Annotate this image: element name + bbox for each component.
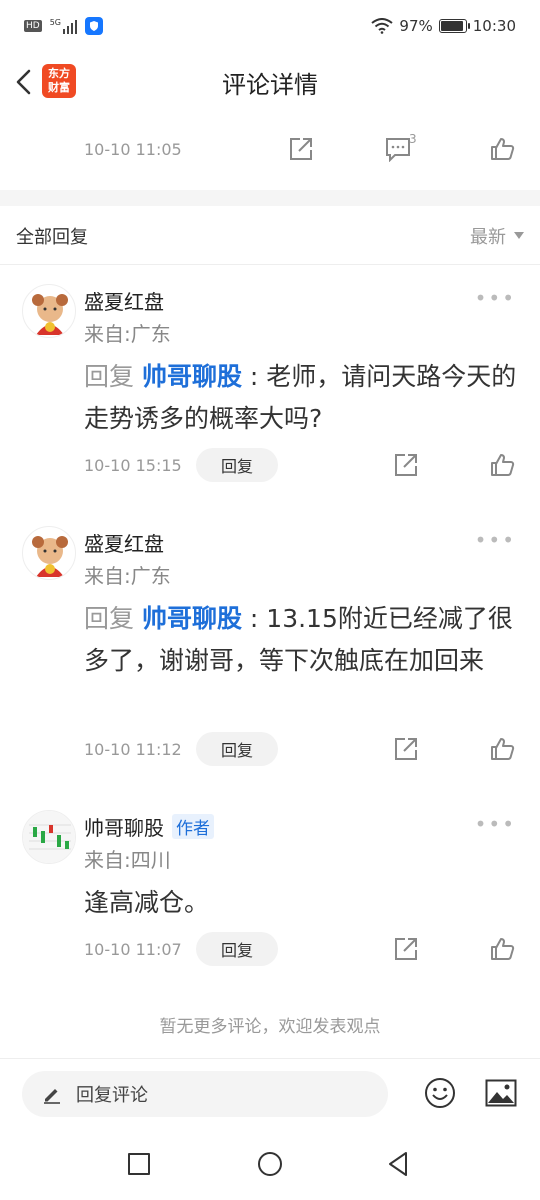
reply-input[interactable]: 回复评论 <box>22 1071 388 1117</box>
reply-input-bar: 回复评论 <box>0 1058 540 1130</box>
username[interactable]: 盛夏红盘 <box>84 528 164 557</box>
author-badge: 作者 <box>172 814 214 839</box>
reply-meta: 10-10 11:07 回复 <box>84 931 278 967</box>
cell-signal-icon: 5G <box>50 18 77 34</box>
reply-meta: 10-10 11:12 回复 <box>84 731 278 767</box>
timestamp: 10-10 11:12 <box>84 739 182 759</box>
location: 来自:广东 <box>84 322 171 346</box>
reply-text: 逢高减仓。 <box>84 888 210 917</box>
sort-dropdown[interactable]: 最新 <box>470 223 524 249</box>
sort-label: 最新 <box>470 226 506 248</box>
wifi-icon <box>371 18 394 34</box>
comment-count: 3 <box>409 132 417 146</box>
timestamp: 10-10 11:05 <box>84 139 182 159</box>
reply-meta: 10-10 15:15 回复 <box>84 447 278 483</box>
nav-bar: 东方 财富 评论详情 <box>0 52 540 112</box>
avatar[interactable] <box>22 526 76 580</box>
system-nav-bar <box>0 1130 540 1200</box>
reply-item: 帅哥聊股 作者 ••• 来自:四川 逢高减仓。 10-10 11:07 回复 <box>0 810 540 970</box>
caret-down-icon <box>514 232 524 239</box>
clock: 10:30 <box>472 17 516 35</box>
hd-indicator: HD <box>24 20 42 32</box>
reply-item: 盛夏红盘 ••• 来自:广东 回复 帅哥聊股 : 老师，请问天路今天的走势诱多的… <box>0 284 540 494</box>
pencil-icon <box>44 1089 60 1104</box>
reply-text: 回复 帅哥聊股 : 老师，请问天路今天的走势诱多的概率大吗? <box>84 362 517 433</box>
share-icon[interactable] <box>288 136 314 162</box>
timestamp: 10-10 11:07 <box>84 939 182 959</box>
replies-header: 全部回复 最新 <box>0 207 540 265</box>
share-icon[interactable] <box>393 936 419 962</box>
home-icon[interactable] <box>258 1152 282 1176</box>
comment-icon[interactable] <box>385 136 411 162</box>
avatar[interactable] <box>22 810 76 864</box>
battery-percent: 97% <box>399 17 433 35</box>
like-icon[interactable] <box>489 936 515 962</box>
like-icon[interactable] <box>489 452 515 478</box>
no-more-comments-note: 暂无更多评论，欢迎发表观点 <box>159 1017 381 1037</box>
more-options-icon[interactable]: ••• <box>475 812 516 836</box>
more-options-icon[interactable]: ••• <box>475 528 516 552</box>
like-icon[interactable] <box>489 736 515 762</box>
like-icon[interactable] <box>489 136 515 162</box>
app-logo: 东方 财富 <box>42 64 76 98</box>
share-icon[interactable] <box>393 736 419 762</box>
recent-apps-icon[interactable] <box>128 1153 150 1175</box>
security-shield-icon <box>85 17 103 35</box>
avatar[interactable] <box>22 284 76 338</box>
share-icon[interactable] <box>393 452 419 478</box>
page-title: 评论详情 <box>222 70 318 99</box>
battery-icon <box>438 19 470 33</box>
timestamp: 10-10 15:15 <box>84 455 182 475</box>
reply-text: 回复 帅哥聊股 : 13.15附近已经减了很多了，谢谢哥，等下次触底在加回来 <box>84 604 513 675</box>
reply-input-placeholder: 回复评论 <box>76 1085 148 1106</box>
location: 来自:广东 <box>84 564 171 588</box>
back-arrow-icon[interactable] <box>12 68 36 96</box>
image-icon[interactable] <box>485 1079 517 1107</box>
emoji-icon[interactable] <box>424 1077 456 1109</box>
reply-button[interactable]: 回复 <box>196 732 278 766</box>
location: 来自:四川 <box>84 848 171 872</box>
more-options-icon[interactable]: ••• <box>475 286 516 310</box>
mentioned-user[interactable]: 帅哥聊股 <box>142 362 242 391</box>
reply-item: 盛夏红盘 ••• 来自:广东 回复 帅哥聊股 : 13.15附近已经减了很多了，… <box>0 526 540 776</box>
mentioned-user[interactable]: 帅哥聊股 <box>142 604 242 633</box>
reply-button[interactable]: 回复 <box>196 932 278 966</box>
back-icon[interactable] <box>386 1150 410 1178</box>
username[interactable]: 盛夏红盘 <box>84 286 164 315</box>
section-divider <box>0 190 540 206</box>
username[interactable]: 帅哥聊股 作者 <box>84 812 214 841</box>
status-bar: HD 5G 97% 10:30 <box>0 0 540 52</box>
reply-button[interactable]: 回复 <box>196 448 278 482</box>
network-type: 5G <box>49 18 61 27</box>
replies-header-label: 全部回复 <box>16 226 88 248</box>
